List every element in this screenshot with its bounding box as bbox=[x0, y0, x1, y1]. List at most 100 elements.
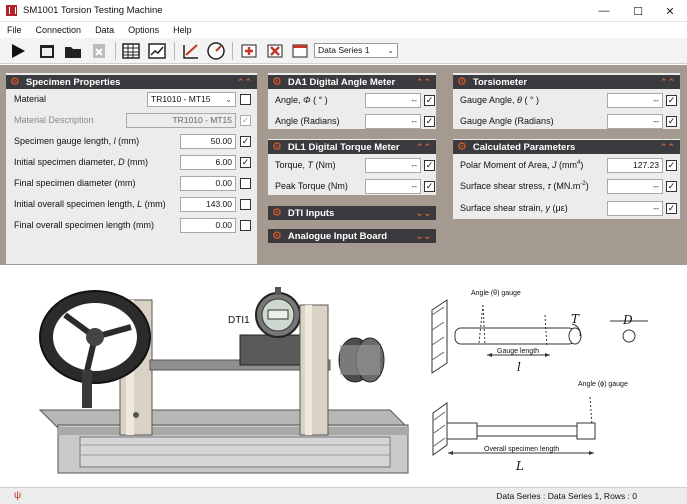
final-length-field[interactable]: 0.00 bbox=[180, 218, 236, 233]
material-description-field: TR1010 - MT15 bbox=[126, 113, 236, 128]
dti-inputs-title: DTI Inputs bbox=[287, 207, 335, 219]
maximize-button[interactable]: ☐ bbox=[621, 0, 655, 22]
gauge-angle-radians-checkbox[interactable]: ✓ bbox=[666, 116, 677, 127]
initial-diameter-label: Initial specimen diameter, D (mm) bbox=[14, 157, 149, 167]
gauge-angle-checkbox[interactable]: ✓ bbox=[666, 95, 677, 106]
gauge-angle-radians-label: Gauge Angle (Radians) bbox=[460, 116, 554, 126]
gauge-length-label: Specimen gauge length, l (mm) bbox=[14, 136, 140, 146]
gauge-length-field[interactable]: 50.00 bbox=[180, 134, 236, 149]
overall-length-symbol: L bbox=[515, 459, 524, 473]
torque-label: Torque, T (Nm) bbox=[275, 160, 336, 170]
specimen-properties-header[interactable]: ⚙ Specimen Properties ⌃⌃ bbox=[6, 75, 257, 89]
menu-options[interactable]: Options bbox=[121, 25, 166, 35]
angle-radians-field: -- bbox=[365, 114, 421, 129]
graph-edit-icon[interactable] bbox=[181, 41, 201, 61]
close-button[interactable]: ✕ bbox=[653, 0, 687, 22]
machine-base bbox=[38, 409, 409, 474]
angle-radians-label: Angle (Radians) bbox=[275, 116, 340, 126]
initial-diameter-field[interactable]: 6.00 bbox=[180, 155, 236, 170]
minimize-button[interactable]: — bbox=[587, 0, 621, 22]
collapse-icon[interactable]: ⌃⌃ bbox=[237, 75, 252, 89]
table-settings-icon[interactable] bbox=[290, 41, 310, 61]
menu-help[interactable]: Help bbox=[166, 25, 199, 35]
calculated-parameters-header[interactable]: ⚙ Calculated Parameters ⌃⌃ bbox=[453, 140, 680, 154]
gear-icon: ⚙ bbox=[272, 140, 282, 153]
shear-strain-checkbox[interactable]: ✓ bbox=[666, 203, 677, 214]
delete-row-icon[interactable] bbox=[265, 41, 285, 61]
window-title: SM1001 Torsion Testing Machine bbox=[23, 5, 163, 16]
torque-meter-header[interactable]: ⚙ DL1 Digital Torque Meter ⌃⌃ bbox=[268, 140, 436, 154]
gear-icon: ⚙ bbox=[457, 140, 467, 153]
new-table-icon[interactable] bbox=[37, 41, 57, 61]
torsiometer-header[interactable]: ⚙ Torsiometer ⌃⌃ bbox=[453, 75, 680, 89]
specimen-diagram-top bbox=[431, 299, 648, 374]
material-select[interactable]: TR1010 - MT15 ⌄ bbox=[147, 92, 236, 107]
initial-length-label: Initial overall specimen length, L (mm) bbox=[14, 199, 166, 209]
machine-diagram: DTI1 Angle (θ) gauge T D Gauge length l … bbox=[38, 287, 648, 474]
gear-icon: ⚙ bbox=[272, 229, 282, 242]
dti-label: DTI1 bbox=[228, 315, 250, 326]
angle-radians-checkbox[interactable]: ✓ bbox=[424, 116, 435, 127]
calculated-parameters-title: Calculated Parameters bbox=[472, 141, 576, 153]
data-series-value: Data Series 1 bbox=[318, 45, 370, 55]
angle-field: -- bbox=[365, 93, 421, 108]
menu-file[interactable]: File bbox=[0, 25, 29, 35]
angle-checkbox[interactable]: ✓ bbox=[424, 95, 435, 106]
table-view-icon[interactable] bbox=[121, 41, 141, 61]
shear-strain-field: -- bbox=[607, 201, 663, 216]
open-folder-icon[interactable] bbox=[63, 41, 83, 61]
final-diameter-field[interactable]: 0.00 bbox=[180, 176, 236, 191]
torque-symbol-label: T bbox=[571, 312, 580, 326]
gauge-length-symbol: l bbox=[517, 360, 521, 374]
angle-meter-header[interactable]: ⚙ DA1 Digital Angle Meter ⌃⌃ bbox=[268, 75, 436, 89]
analogue-input-title: Analogue Input Board bbox=[287, 230, 388, 242]
final-diameter-checkbox[interactable] bbox=[240, 178, 251, 189]
collapse-icon[interactable]: ⌃⌃ bbox=[416, 140, 431, 154]
material-description-checkbox: ✓ bbox=[240, 115, 251, 126]
gear-icon: ⚙ bbox=[457, 75, 467, 88]
peak-torque-field: -- bbox=[365, 179, 421, 194]
initial-length-checkbox[interactable] bbox=[240, 199, 251, 210]
initial-length-field[interactable]: 143.00 bbox=[180, 197, 236, 212]
torque-checkbox[interactable]: ✓ bbox=[424, 160, 435, 171]
collapse-icon[interactable]: ⌃⌃ bbox=[416, 75, 431, 89]
data-series-select[interactable]: Data Series 1 ⌄ bbox=[314, 43, 398, 58]
menu-bar: File Connection Data Options Help bbox=[0, 22, 687, 38]
expand-icon[interactable]: ⌄⌄ bbox=[416, 229, 431, 243]
chart-view-icon[interactable] bbox=[147, 41, 167, 61]
status-text: Data Series : Data Series 1, Rows : 0 bbox=[496, 491, 637, 501]
peak-torque-checkbox[interactable]: ✓ bbox=[424, 181, 435, 192]
initial-diameter-checkbox[interactable]: ✓ bbox=[240, 157, 251, 168]
gauge-angle-radians-field: -- bbox=[607, 114, 663, 129]
collapse-icon[interactable]: ⌃⌃ bbox=[660, 140, 675, 154]
delete-file-icon[interactable] bbox=[89, 41, 109, 61]
torque-field: -- bbox=[365, 158, 421, 173]
expand-icon[interactable]: ⌄⌄ bbox=[416, 206, 431, 220]
menu-data[interactable]: Data bbox=[88, 25, 121, 35]
title-bar: SM1001 Torsion Testing Machine — ☐ ✕ bbox=[0, 0, 687, 22]
connection-status-icon: ψ bbox=[14, 490, 22, 501]
analogue-input-header[interactable]: ⚙ Analogue Input Board ⌄⌄ bbox=[268, 229, 436, 243]
shear-stress-checkbox[interactable]: ✓ bbox=[666, 181, 677, 192]
gauge-length-checkbox[interactable]: ✓ bbox=[240, 136, 251, 147]
specimen-properties-title: Specimen Properties bbox=[25, 76, 121, 88]
final-length-checkbox[interactable] bbox=[240, 220, 251, 231]
angle-theta-gauge-label: Angle (θ) gauge bbox=[471, 290, 521, 297]
material-value: TR1010 - MT15 bbox=[151, 94, 211, 104]
shear-stress-field: -- bbox=[607, 179, 663, 194]
collapse-icon[interactable]: ⌃⌃ bbox=[660, 75, 675, 89]
shear-stress-label: Surface shear stress, τ (MN.m-2) bbox=[460, 181, 589, 191]
status-bar: ψ Data Series : Data Series 1, Rows : 0 bbox=[0, 487, 687, 504]
polar-moment-checkbox[interactable]: ✓ bbox=[666, 160, 677, 171]
gear-icon: ⚙ bbox=[272, 75, 282, 88]
gauge-angle-label: Gauge Angle, θ ( ° ) bbox=[460, 95, 540, 105]
dti-inputs-header[interactable]: ⚙ DTI Inputs ⌄⌄ bbox=[268, 206, 436, 220]
add-row-icon[interactable] bbox=[239, 41, 259, 61]
gauge-icon[interactable] bbox=[206, 41, 226, 61]
play-icon[interactable] bbox=[8, 41, 28, 61]
torque-meter-title: DL1 Digital Torque Meter bbox=[287, 141, 400, 153]
gauge-angle-field: -- bbox=[607, 93, 663, 108]
menu-connection[interactable]: Connection bbox=[29, 25, 89, 35]
panels-area: ⚙ Specimen Properties ⌃⌃ Material TR1010… bbox=[0, 65, 687, 265]
material-checkbox[interactable] bbox=[240, 94, 251, 105]
